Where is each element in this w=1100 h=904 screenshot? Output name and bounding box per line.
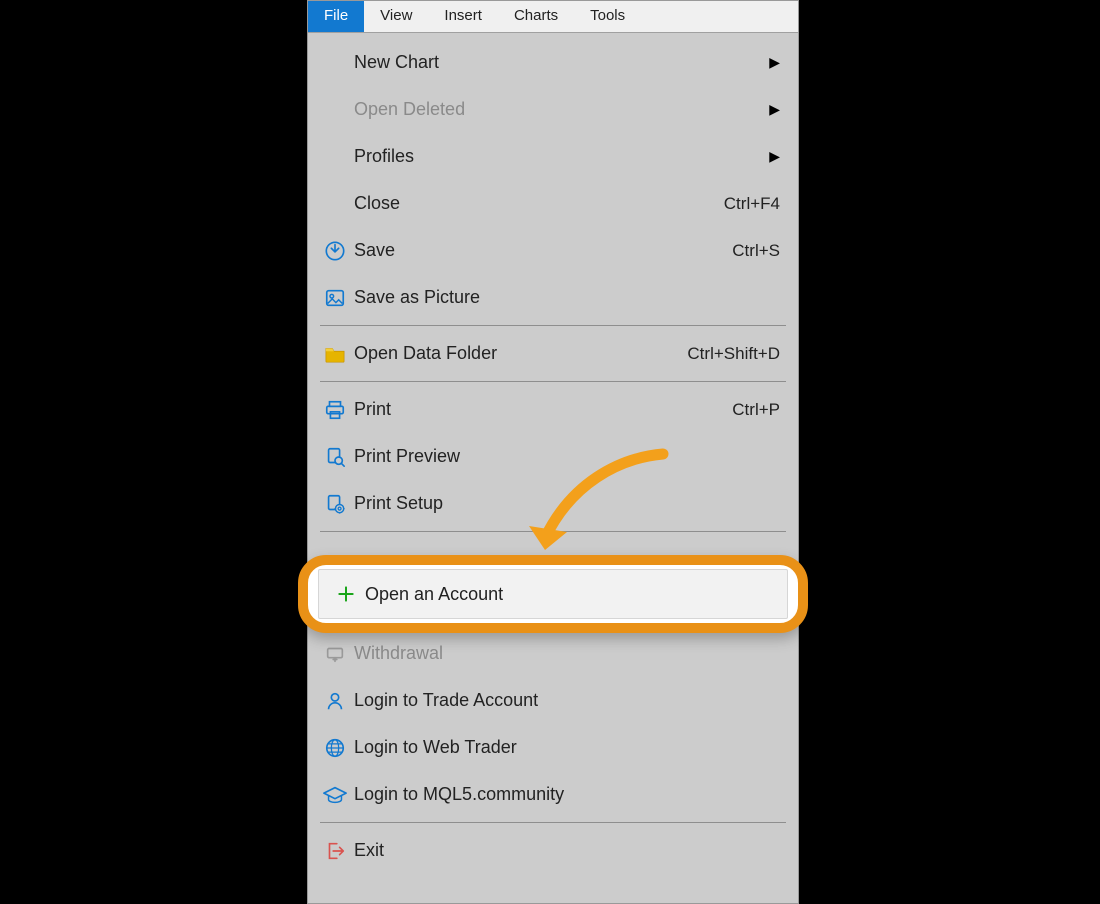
menu-item-print-setup[interactable]: Print Setup xyxy=(308,480,798,527)
print-preview-icon xyxy=(316,446,354,468)
withdrawal-icon xyxy=(316,643,354,665)
menubar-item-charts[interactable]: Charts xyxy=(498,1,574,32)
menu-item-open-deleted[interactable]: Open Deleted ▶ xyxy=(308,86,798,133)
save-icon xyxy=(316,240,354,262)
app-panel: File View Insert Charts Tools New Chart … xyxy=(307,0,799,904)
picture-icon xyxy=(316,287,354,309)
person-icon xyxy=(316,690,354,712)
menu-item-label: New Chart xyxy=(354,52,768,73)
chevron-right-icon: ▶ xyxy=(768,54,780,71)
menu-item-close[interactable]: Close Ctrl+F4 xyxy=(308,180,798,227)
menu-item-print[interactable]: Print Ctrl+P xyxy=(308,386,798,433)
menu-item-login-mql5[interactable]: Login to MQL5.community xyxy=(308,771,798,818)
menu-item-exit[interactable]: Exit xyxy=(308,827,798,874)
menubar: File View Insert Charts Tools xyxy=(308,1,798,33)
menu-item-open-data-folder[interactable]: Open Data Folder Ctrl+Shift+D xyxy=(308,330,798,377)
menu-item-label: Print Preview xyxy=(354,446,780,467)
menu-item-login-trade[interactable]: Login to Trade Account xyxy=(308,677,798,724)
menu-item-shortcut: Ctrl+F4 xyxy=(724,194,780,214)
menubar-item-insert[interactable]: Insert xyxy=(428,1,498,32)
menu-item-label: Exit xyxy=(354,840,780,861)
file-menu-dropdown: New Chart ▶ Open Deleted ▶ Profiles ▶ Cl… xyxy=(308,33,798,874)
menu-item-shortcut: Ctrl+Shift+D xyxy=(687,344,780,364)
menu-separator xyxy=(320,381,786,382)
menu-item-withdrawal[interactable]: Withdrawal xyxy=(308,630,798,677)
menu-item-label: Save as Picture xyxy=(354,287,780,308)
menu-item-label: Close xyxy=(354,193,724,214)
menu-separator xyxy=(320,822,786,823)
menu-item-login-web[interactable]: Login to Web Trader xyxy=(308,724,798,771)
graduation-cap-icon xyxy=(316,784,354,806)
menu-item-label: Open Deleted xyxy=(354,99,768,120)
menu-item-label: Login to MQL5.community xyxy=(354,784,780,805)
menu-item-save[interactable]: Save Ctrl+S xyxy=(308,227,798,274)
menu-item-label: Print Setup xyxy=(354,493,780,514)
menu-item-label: Login to Trade Account xyxy=(354,690,780,711)
menu-item-save-as-picture[interactable]: Save as Picture xyxy=(308,274,798,321)
print-setup-icon xyxy=(316,493,354,515)
exit-icon xyxy=(316,840,354,862)
menu-item-open-account[interactable]: Open an Account xyxy=(318,569,788,619)
menu-item-label: Open an Account xyxy=(365,584,503,605)
chevron-right-icon: ▶ xyxy=(768,101,780,118)
menu-item-label: Save xyxy=(354,240,732,261)
menu-item-label: Withdrawal xyxy=(354,643,780,664)
globe-icon xyxy=(316,737,354,759)
menu-item-label: Print xyxy=(354,399,732,420)
menubar-item-file[interactable]: File xyxy=(308,1,364,32)
menu-item-label: Open Data Folder xyxy=(354,343,687,364)
folder-icon xyxy=(316,344,354,364)
chevron-right-icon: ▶ xyxy=(768,148,780,165)
menu-separator xyxy=(320,531,786,532)
plus-icon xyxy=(327,584,365,604)
menubar-item-tools[interactable]: Tools xyxy=(574,1,641,32)
menu-item-new-chart[interactable]: New Chart ▶ xyxy=(308,39,798,86)
menu-item-shortcut: Ctrl+P xyxy=(732,400,780,420)
print-icon xyxy=(316,399,354,421)
menu-item-label: Profiles xyxy=(354,146,768,167)
menubar-item-view[interactable]: View xyxy=(364,1,428,32)
menu-item-profiles[interactable]: Profiles ▶ xyxy=(308,133,798,180)
menu-item-shortcut: Ctrl+S xyxy=(732,241,780,261)
menu-separator xyxy=(320,325,786,326)
menu-item-print-preview[interactable]: Print Preview xyxy=(308,433,798,480)
menu-item-label: Login to Web Trader xyxy=(354,737,780,758)
